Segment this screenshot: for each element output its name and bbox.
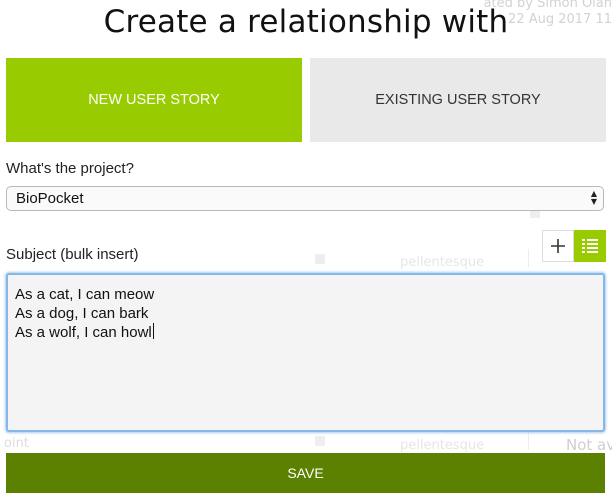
project-select-value: BioPocket	[16, 190, 84, 207]
tab-new-user-story[interactable]: NEW USER STORY	[6, 58, 302, 142]
list-icon	[582, 239, 598, 253]
save-button[interactable]: SAVE	[6, 453, 605, 493]
tab-existing-user-story[interactable]: EXISTING USER STORY	[310, 58, 606, 142]
bulk-insert-button[interactable]	[574, 230, 606, 262]
background-square	[315, 254, 325, 264]
subject-line-text: As a wolf, I can howl	[15, 324, 152, 341]
project-select[interactable]: BioPocket ▲ ▼	[6, 186, 604, 211]
add-single-button[interactable]	[542, 230, 574, 262]
text-caret	[152, 323, 154, 339]
background-divider	[528, 432, 529, 450]
subject-line: As a cat, I can meow	[15, 286, 155, 303]
background-point-text: oint	[4, 436, 29, 451]
plus-icon	[551, 239, 565, 253]
background-row-text: pellentesque	[400, 255, 485, 270]
subject-label: Subject (bulk insert)	[6, 246, 139, 263]
background-status-text: Not av	[566, 436, 612, 454]
background-divider	[528, 249, 529, 267]
subject-textarea[interactable]: As a cat, I can meow As a dog, I can bar…	[6, 273, 605, 432]
background-square	[315, 436, 325, 446]
select-arrows-icon: ▲ ▼	[590, 189, 598, 206]
subject-line-last: As a wolf, I can howl	[15, 323, 596, 342]
modal-title: Create a relationship with	[103, 4, 509, 40]
subject-line: As a dog, I can bark	[15, 305, 149, 322]
background-row-text: pellentesque	[400, 438, 485, 453]
project-label: What's the project?	[6, 160, 134, 177]
